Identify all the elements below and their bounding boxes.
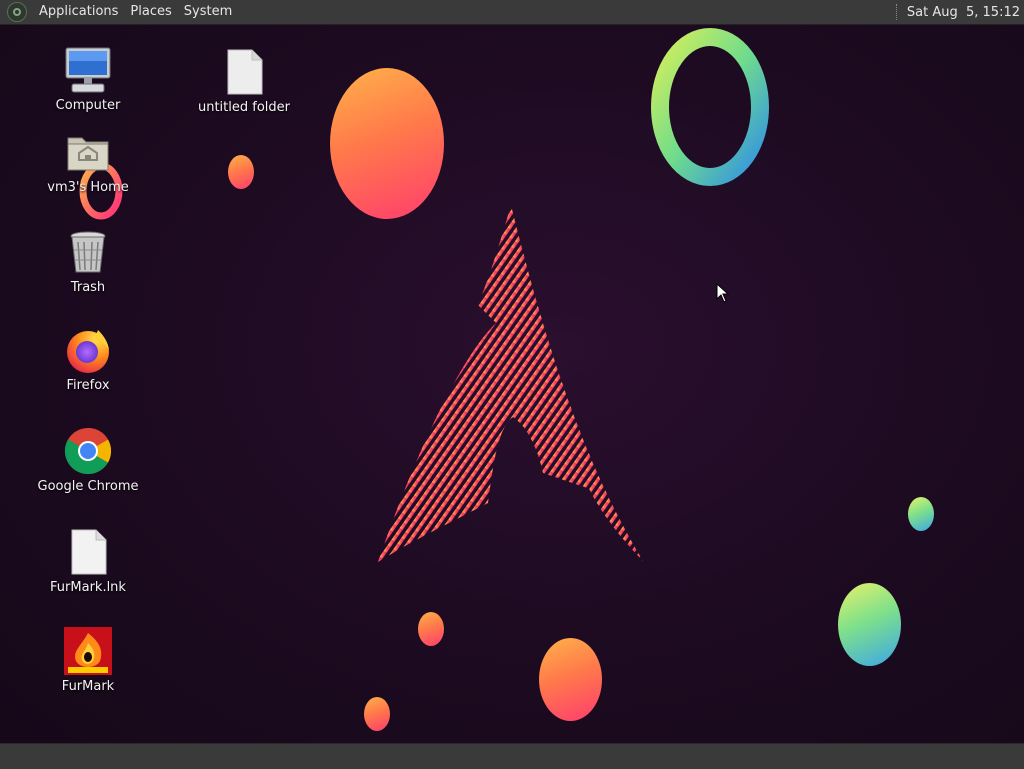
home-folder-icon [64,128,112,176]
document-icon [220,48,268,96]
wallpaper-orange-bubble [330,68,444,219]
desktop-icon-label: untitled folder [197,100,290,115]
desktop-icon-label: Computer [55,98,121,113]
desktop-icon-label: Google Chrome [37,479,139,494]
desktop-icon-trash[interactable]: Trash [33,228,143,295]
wallpaper-orange-bubble [418,612,444,646]
panel-separator [895,4,899,20]
wallpaper-orange-bubble [228,155,254,189]
desktop-icon-untitled-folder[interactable]: untitled folder [189,48,299,115]
mouse-cursor-icon [716,283,730,303]
desktop-icon-furmark-lnk[interactable]: FurMark.lnk [33,528,143,595]
desktop-icon-label: vm3's Home [47,180,129,195]
wallpaper-orange-bubble [539,638,602,721]
menu-applications[interactable]: Applications [33,0,124,24]
wallpaper-orange-bubble [364,697,390,731]
file-icon [64,528,112,576]
trash-icon [64,228,112,276]
top-panel: Applications Places System Sat Aug 5, 15… [0,0,1024,25]
panel-tray: Sat Aug 5, 15:12 [895,0,1024,24]
arch-logo [378,205,643,562]
main-menu-icon[interactable] [7,2,27,22]
desktop-icon-label: Trash [70,280,106,295]
desktop-icon-home[interactable]: vm3's Home [33,128,143,195]
desktop-icon-label: FurMark [61,679,115,694]
furmark-icon [64,627,112,675]
desktop-icon-firefox[interactable]: Firefox [33,326,143,393]
desktop-icon-label: Firefox [66,378,110,393]
wallpaper-ring-large [651,28,769,186]
desktop-icon-chrome[interactable]: Google Chrome [33,427,143,494]
wallpaper-green-bubble [838,583,901,666]
firefox-icon [64,326,112,374]
desktop-icon-furmark[interactable]: FurMark [33,627,143,694]
computer-icon [64,46,112,94]
clock[interactable]: Sat Aug 5, 15:12 [907,5,1024,20]
menu-places[interactable]: Places [124,0,177,24]
desktop-icon-label: FurMark.lnk [50,580,126,595]
wallpaper-green-bubble [908,497,934,531]
chrome-icon [64,427,112,475]
menu-system[interactable]: System [178,0,238,24]
desktop-icon-computer[interactable]: Computer [33,46,143,113]
bottom-panel [0,743,1024,769]
